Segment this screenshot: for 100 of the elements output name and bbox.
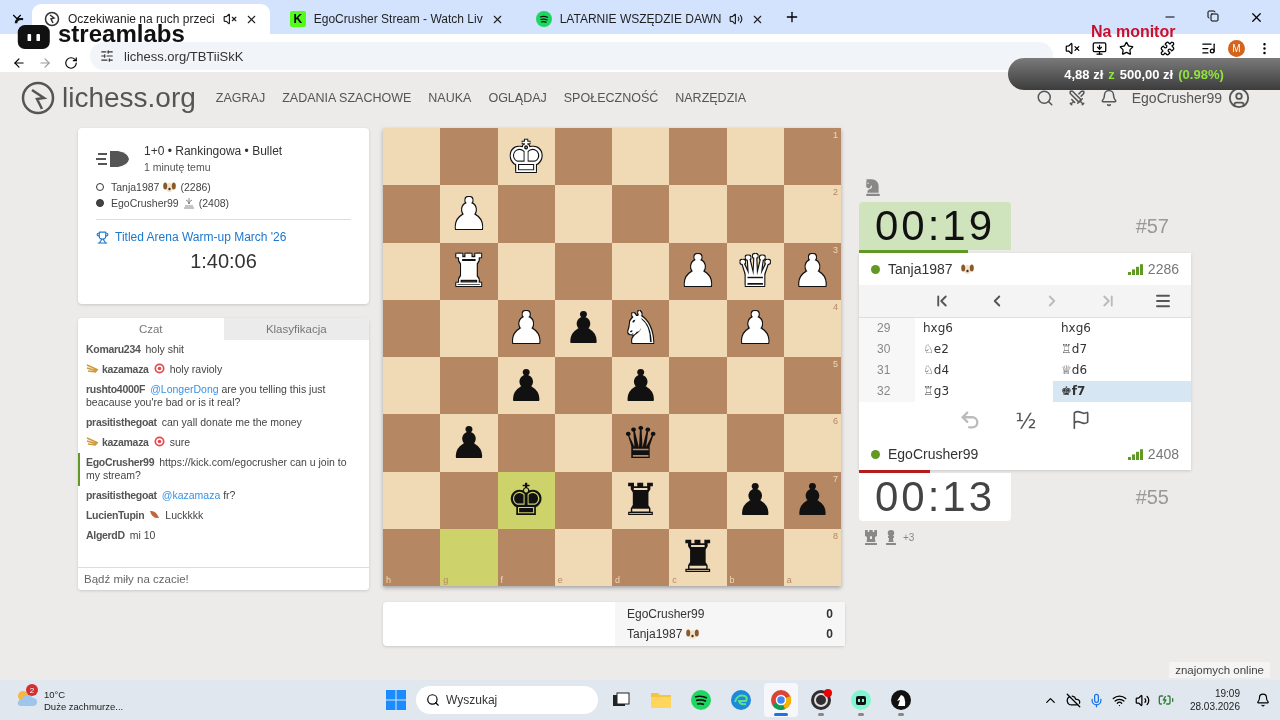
friends-online-button[interactable]: znajomych online bbox=[1169, 662, 1270, 678]
taskbar-search-field[interactable]: Wyszukaj bbox=[416, 686, 598, 714]
chess-piece[interactable]: ♛ bbox=[620, 420, 661, 465]
board-square[interactable] bbox=[383, 357, 441, 415]
extensions-icon[interactable] bbox=[1160, 41, 1175, 56]
board-square[interactable] bbox=[554, 242, 612, 300]
board-square[interactable] bbox=[383, 242, 441, 300]
chat-username[interactable]: kazamaza bbox=[102, 436, 149, 448]
nav-link[interactable]: ZADANIA SZACHOWE bbox=[282, 91, 412, 105]
move[interactable]: ♚f7 bbox=[1053, 381, 1191, 402]
board-square[interactable] bbox=[383, 128, 441, 186]
forward-icon[interactable] bbox=[38, 56, 52, 70]
chess-piece[interactable]: ♚ bbox=[506, 478, 546, 523]
move-number: 30 bbox=[859, 339, 915, 360]
browser-tab[interactable]: LATARNIE WSZĘDZIE DAWN bbox=[523, 4, 777, 34]
board-square[interactable] bbox=[383, 299, 441, 357]
board-square[interactable]: ♟ bbox=[554, 299, 612, 357]
chess-piece[interactable]: ♟ bbox=[449, 420, 489, 465]
board-square[interactable]: ♚ bbox=[497, 471, 555, 529]
mention-link[interactable]: @LongerDong bbox=[150, 383, 219, 395]
chess-piece[interactable]: ♟ bbox=[620, 363, 661, 408]
chess-piece[interactable]: ♟ bbox=[735, 478, 775, 523]
tournament-link[interactable]: Titled Arena Warm-up March '26 bbox=[115, 230, 287, 244]
nav-link[interactable]: OGLĄDAJ bbox=[488, 91, 547, 105]
opponent-name[interactable]: Tanja1987 bbox=[888, 261, 953, 277]
notifications-icon[interactable] bbox=[1256, 693, 1270, 707]
chrome-app-icon bbox=[770, 689, 792, 711]
board-square[interactable]: ♜ bbox=[612, 471, 670, 529]
nav-link[interactable]: SPOŁECZNOŚĆ bbox=[563, 91, 659, 105]
score-value: 0 bbox=[826, 627, 833, 641]
player-link[interactable]: EgoCrusher99 bbox=[111, 197, 179, 209]
install-app-icon[interactable] bbox=[1092, 41, 1107, 56]
reload-icon[interactable] bbox=[64, 56, 78, 70]
chess-piece[interactable]: ♟ bbox=[506, 363, 546, 408]
notifications-icon[interactable] bbox=[1099, 89, 1118, 107]
bookmark-star-icon[interactable] bbox=[1119, 41, 1134, 56]
chess-piece[interactable]: ♜ bbox=[678, 535, 718, 580]
chess-piece[interactable]: ♟ bbox=[792, 478, 833, 523]
tournament-countdown: 1:40:06 bbox=[189, 250, 258, 273]
back-icon[interactable] bbox=[12, 56, 26, 70]
nav-link[interactable]: NAUKA bbox=[428, 91, 472, 105]
browser-tab[interactable]: K EgoCrusher Stream - Watch Liv bbox=[277, 4, 516, 34]
board-square[interactable] bbox=[383, 471, 441, 529]
user-icon[interactable] bbox=[1228, 87, 1250, 109]
board-square[interactable] bbox=[554, 128, 612, 186]
muted-speaker-icon[interactable] bbox=[1065, 41, 1080, 56]
dog-icon bbox=[960, 263, 974, 275]
player-rating: (2408) bbox=[198, 197, 230, 209]
chat-message: EgoCrusher99 https://kick.com/egocrusher can u join to my stream? bbox=[78, 453, 363, 486]
knight-icon bbox=[864, 178, 882, 196]
site-logo-text[interactable]: lichess.org bbox=[62, 82, 196, 114]
board-square[interactable] bbox=[497, 242, 555, 300]
board-square[interactable] bbox=[726, 357, 784, 415]
player-rank: #55 bbox=[1135, 485, 1169, 509]
chat-input[interactable]: Bądź miły na czacie! bbox=[78, 567, 369, 590]
board-square[interactable] bbox=[726, 128, 784, 186]
chat-tab[interactable]: Klasyfikacja bbox=[223, 318, 369, 340]
chat-tab[interactable]: Czat bbox=[78, 318, 224, 340]
battery-icon[interactable] bbox=[1157, 692, 1174, 708]
opponent-clock: 00:19 bbox=[859, 202, 1011, 250]
board-square[interactable] bbox=[554, 471, 612, 529]
media-controls-icon[interactable] bbox=[1201, 41, 1216, 56]
folder-icon bbox=[650, 691, 672, 709]
board-square[interactable] bbox=[554, 357, 612, 415]
search-icon[interactable] bbox=[1035, 89, 1054, 107]
nav-link[interactable]: NARZĘDZIA bbox=[675, 91, 747, 105]
board-square[interactable]: ♟ bbox=[497, 357, 555, 415]
restore-icon[interactable] bbox=[1207, 9, 1219, 22]
wifi-icon[interactable] bbox=[1111, 692, 1127, 708]
board-square[interactable]: ♟ bbox=[612, 357, 670, 415]
chess-piece[interactable]: ♜ bbox=[620, 478, 661, 523]
score-player-name: Tanja1987 bbox=[627, 627, 683, 641]
player-link[interactable]: Tanja1987 bbox=[111, 181, 160, 193]
swords-icon[interactable] bbox=[1067, 89, 1086, 107]
offer-draw-button[interactable]: ½ bbox=[1011, 407, 1041, 433]
cloud-off-icon[interactable] bbox=[1065, 692, 1081, 708]
menu-button[interactable] bbox=[1154, 292, 1173, 310]
microphone-icon[interactable] bbox=[1088, 692, 1104, 708]
nav-link[interactable]: ZAGRAJ bbox=[215, 91, 266, 105]
board-square[interactable]: ♛ bbox=[612, 414, 670, 472]
player-name[interactable]: EgoCrusher99 bbox=[888, 446, 979, 462]
board-square[interactable]: ♟ bbox=[726, 471, 784, 529]
search-icon bbox=[426, 693, 440, 707]
dog-icon bbox=[686, 628, 700, 640]
profile-avatar[interactable]: M bbox=[1228, 40, 1245, 57]
chat-username[interactable]: LucienTupin bbox=[86, 509, 145, 521]
board-square[interactable] bbox=[612, 128, 670, 186]
mention-link[interactable]: @kazamaza bbox=[161, 489, 221, 501]
board-square[interactable]: ♟ bbox=[440, 414, 498, 472]
board-square[interactable] bbox=[612, 242, 670, 300]
start-icon[interactable] bbox=[386, 690, 406, 710]
pawn-icon bbox=[883, 529, 899, 545]
speaker-icon[interactable] bbox=[1134, 692, 1150, 708]
address-bar[interactable]: lichess.org/TBTiiSkK bbox=[90, 42, 1053, 70]
speaker-icon bbox=[729, 12, 744, 26]
music-disc-icon bbox=[535, 11, 552, 27]
rank-label: 7 bbox=[833, 473, 838, 484]
username-link[interactable]: EgoCrusher99 bbox=[1131, 90, 1222, 106]
chess-piece[interactable]: ♟ bbox=[563, 306, 604, 351]
chat-username[interactable]: kazamaza bbox=[102, 363, 149, 375]
